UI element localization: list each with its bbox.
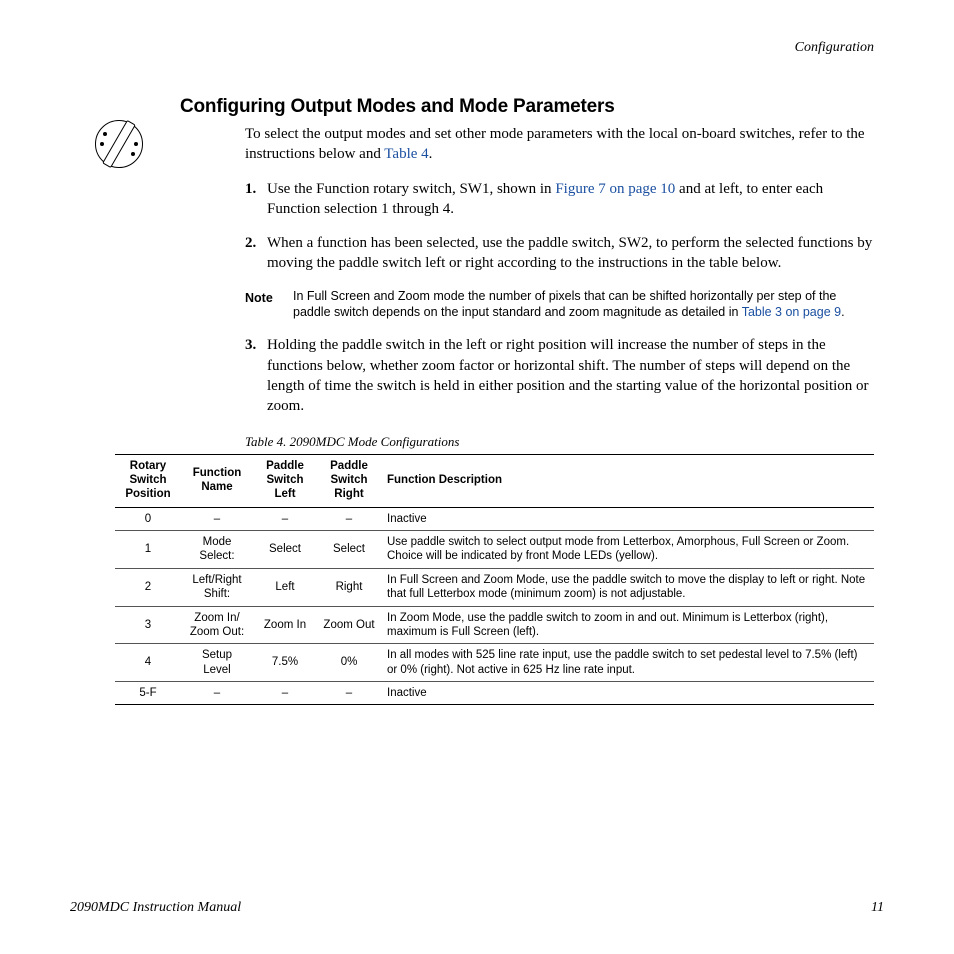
table-caption: Table 4. 2090MDC Mode Configurations	[70, 434, 884, 450]
th-function-name: Function Name	[181, 455, 253, 507]
step-1: 1. Use the Function rotary switch, SW1, …	[245, 179, 874, 220]
cell-desc: In Full Screen and Zoom Mode, use the pa…	[381, 568, 874, 606]
cell-fn: –	[181, 682, 253, 705]
table-row: 5-F – – – Inactive	[115, 682, 874, 705]
cell-pr: –	[317, 507, 381, 530]
th-rotary-position: Rotary Switch Position	[115, 455, 181, 507]
th-paddle-right: Paddle Switch Right	[317, 455, 381, 507]
step-number: 2.	[245, 233, 267, 274]
cell-pos: 0	[115, 507, 181, 530]
step-3-text: Holding the paddle switch in the left or…	[267, 335, 874, 416]
cell-pr: Zoom Out	[317, 606, 381, 644]
cell-pos: 1	[115, 531, 181, 569]
step-2-text: When a function has been selected, use t…	[267, 233, 874, 274]
cell-fn: Zoom In/ Zoom Out:	[181, 606, 253, 644]
cell-pos: 4	[115, 644, 181, 682]
rotary-switch-icon	[95, 120, 143, 168]
th-paddle-left: Paddle Switch Left	[253, 455, 317, 507]
cell-desc: In all modes with 525 line rate input, u…	[381, 644, 874, 682]
step-number: 1.	[245, 179, 267, 220]
section-heading: Configuring Output Modes and Mode Parame…	[70, 96, 884, 118]
footer-page-number: 11	[871, 900, 884, 916]
cell-fn: –	[181, 507, 253, 530]
footer-manual-title: 2090MDC Instruction Manual	[70, 900, 241, 916]
cell-pl: Left	[253, 568, 317, 606]
cell-pr: 0%	[317, 644, 381, 682]
cell-desc: Inactive	[381, 507, 874, 530]
cell-fn: Setup Level	[181, 644, 253, 682]
table-row: 4 Setup Level 7.5% 0% In all modes with …	[115, 644, 874, 682]
table4-xref[interactable]: Table 4	[384, 146, 428, 162]
cell-pr: Select	[317, 531, 381, 569]
cell-pl: Select	[253, 531, 317, 569]
intro-paragraph: To select the output modes and set other…	[245, 124, 874, 165]
cell-desc: In Zoom Mode, use the paddle switch to z…	[381, 606, 874, 644]
cell-desc: Use paddle switch to select output mode …	[381, 531, 874, 569]
th-description: Function Description	[381, 455, 874, 507]
note-block: Note In Full Screen and Zoom mode the nu…	[245, 288, 874, 322]
cell-pl: –	[253, 507, 317, 530]
table3-xref[interactable]: Table 3 on page 9	[742, 305, 841, 319]
note-post: .	[841, 305, 844, 319]
intro-post: .	[429, 146, 433, 162]
header-category: Configuration	[70, 40, 884, 56]
mode-config-table: Rotary Switch Position Function Name Pad…	[115, 454, 874, 705]
note-label: Note	[245, 288, 293, 322]
cell-pr: –	[317, 682, 381, 705]
step-2: 2. When a function has been selected, us…	[245, 233, 874, 274]
cell-pl: Zoom In	[253, 606, 317, 644]
step-3: 3. Holding the paddle switch in the left…	[245, 335, 874, 416]
cell-fn: Left/Right Shift:	[181, 568, 253, 606]
cell-pr: Right	[317, 568, 381, 606]
cell-pl: –	[253, 682, 317, 705]
intro-pre: To select the output modes and set other…	[245, 126, 865, 162]
cell-pos: 3	[115, 606, 181, 644]
cell-desc: Inactive	[381, 682, 874, 705]
cell-pos: 5-F	[115, 682, 181, 705]
table-row: 2 Left/Right Shift: Left Right In Full S…	[115, 568, 874, 606]
table-row: 1 Mode Select: Select Select Use paddle …	[115, 531, 874, 569]
cell-pos: 2	[115, 568, 181, 606]
step-number: 3.	[245, 335, 267, 416]
table-row: 0 – – – Inactive	[115, 507, 874, 530]
cell-fn: Mode Select:	[181, 531, 253, 569]
cell-pl: 7.5%	[253, 644, 317, 682]
figure7-xref[interactable]: Figure 7 on page 10	[555, 181, 675, 197]
table-row: 3 Zoom In/ Zoom Out: Zoom In Zoom Out In…	[115, 606, 874, 644]
step-1-pre: Use the Function rotary switch, SW1, sho…	[267, 181, 555, 197]
